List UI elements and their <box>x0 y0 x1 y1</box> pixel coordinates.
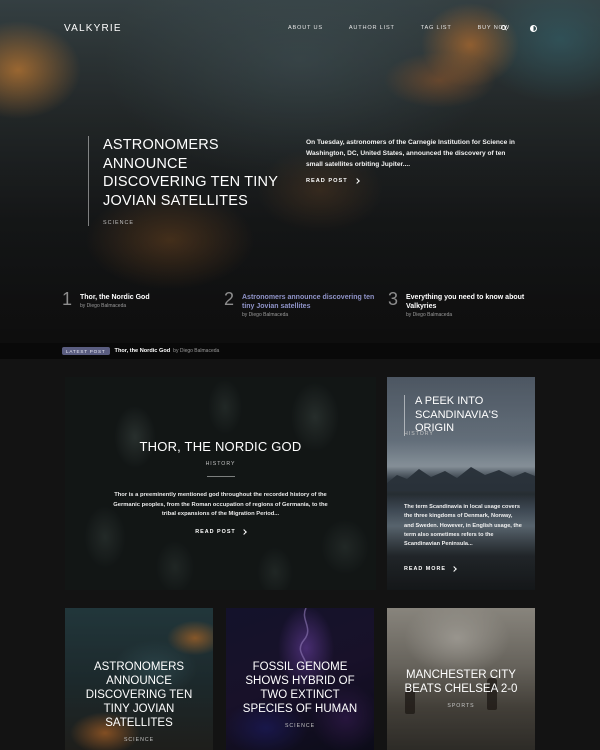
hero-excerpt: On Tuesday, astronomers of the Carnegie … <box>306 139 515 168</box>
hero-category[interactable]: SCIENCE <box>103 220 294 226</box>
card-title[interactable]: MANCHESTER CITY BEATS CHELSEA 2-0 <box>387 668 535 696</box>
card-content: FOSSIL GENOME SHOWS HYBRID OF TWO EXTINC… <box>226 660 374 729</box>
hero-featured-post[interactable]: ASTRONOMERS ANNOUNCE DISCOVERING TEN TIN… <box>88 136 294 226</box>
site-logo[interactable]: VALKYRIE <box>64 23 122 34</box>
latest-post-byline: by Diego Balmaceda <box>173 348 220 354</box>
card-excerpt: Thor is a preeminently mentioned god thr… <box>113 492 328 517</box>
post-card-fossil[interactable]: FOSSIL GENOME SHOWS HYBRID OF TWO EXTINC… <box>226 608 374 750</box>
post-card-astronomers[interactable]: ASTRONOMERS ANNOUNCE DISCOVERING TEN TIN… <box>65 608 213 750</box>
read-post-label: READ POST <box>195 528 236 535</box>
hero-list-item[interactable]: 2 Astronomers announce discovering ten t… <box>224 288 384 318</box>
divider <box>206 476 235 477</box>
hero-read-post-label: READ POST <box>306 178 348 184</box>
card-title[interactable]: THOR, THE NORDIC GOD <box>65 439 376 454</box>
card-read-more-link[interactable]: READ MORE <box>404 566 457 572</box>
list-item-title[interactable]: Astronomers announce discovering ten tin… <box>242 293 384 311</box>
hero-list-item[interactable]: 1 Thor, the Nordic God by Diego Balmaced… <box>62 288 150 310</box>
card-title[interactable]: ASTRONOMERS ANNOUNCE DISCOVERING TEN TIN… <box>65 660 213 730</box>
nav-links: ABOUT US AUTHOR LIST TAG LIST BUY NOW <box>288 25 536 31</box>
chevron-right-icon <box>240 528 247 535</box>
top-nav: VALKYRIE ABOUT US AUTHOR LIST TAG LIST B… <box>64 18 540 38</box>
card-title[interactable]: A PEEK INTO SCANDINAVIA'S ORIGIN <box>415 395 524 436</box>
list-item-byline: by Diego Balmaceda <box>242 312 289 318</box>
hero-list-item[interactable]: 3 Everything you need to know about Valk… <box>388 288 552 318</box>
card-category[interactable]: SCIENCE <box>226 723 374 729</box>
list-item-title[interactable]: Everything you need to know about Valkyr… <box>406 293 552 311</box>
nav-link-about-us[interactable]: ABOUT US <box>288 25 323 31</box>
list-item-byline: by Diego Balmaceda <box>80 303 127 309</box>
hero-post-list: 1 Thor, the Nordic God by Diego Balmaced… <box>62 288 542 318</box>
card-content: MANCHESTER CITY BEATS CHELSEA 2-0 SPORTS <box>387 668 535 709</box>
read-more-label: READ MORE <box>404 566 446 572</box>
list-item-title[interactable]: Thor, the Nordic God <box>80 293 150 302</box>
hero-read-post-link[interactable]: READ POST <box>306 178 360 184</box>
nav-link-author-list[interactable]: AUTHOR LIST <box>349 25 395 31</box>
search-icon[interactable] <box>500 24 508 32</box>
card-category[interactable]: SPORTS <box>387 703 535 709</box>
hero-section: VALKYRIE ABOUT US AUTHOR LIST TAG LIST B… <box>0 0 600 343</box>
card-category[interactable]: HISTORY <box>65 461 376 467</box>
latest-post-bar: LATEST POST Thor, the Nordic God by Dieg… <box>0 343 600 359</box>
nav-link-tag-list[interactable]: TAG LIST <box>421 25 452 31</box>
card-excerpt: The term Scandinavia in local usage cove… <box>404 504 522 548</box>
author-link[interactable]: Diego Balmaceda <box>249 312 288 318</box>
hero-title[interactable]: ASTRONOMERS ANNOUNCE DISCOVERING TEN TIN… <box>103 136 294 210</box>
card-category[interactable]: SCIENCE <box>65 737 213 743</box>
list-number: 3 <box>388 289 399 309</box>
author-link[interactable]: Diego Balmaceda <box>87 303 126 309</box>
list-number: 1 <box>62 289 73 309</box>
theme-toggle-icon[interactable] <box>529 24 537 32</box>
card-heading: A PEEK INTO SCANDINAVIA'S ORIGIN <box>404 395 524 436</box>
post-card-thor[interactable]: THOR, THE NORDIC GOD HISTORY Thor is a p… <box>65 377 376 590</box>
latest-post-title[interactable]: Thor, the Nordic God <box>115 348 171 354</box>
author-link[interactable]: Diego Balmaceda <box>413 312 452 318</box>
chevron-right-icon <box>451 566 457 572</box>
card-content: THOR, THE NORDIC GOD HISTORY Thor is a p… <box>65 439 376 538</box>
post-card-manchester[interactable]: MANCHESTER CITY BEATS CHELSEA 2-0 SPORTS <box>387 608 535 750</box>
card-read-post-link[interactable]: READ POST <box>195 528 247 535</box>
list-number: 2 <box>224 289 235 309</box>
card-content: ASTRONOMERS ANNOUNCE DISCOVERING TEN TIN… <box>65 660 213 743</box>
chevron-right-icon <box>353 178 360 184</box>
list-item-byline: by Diego Balmaceda <box>406 312 453 318</box>
post-card-scandinavia[interactable]: A PEEK INTO SCANDINAVIA'S ORIGIN HISTORY… <box>387 377 535 590</box>
card-title[interactable]: FOSSIL GENOME SHOWS HYBRID OF TWO EXTINC… <box>226 660 374 716</box>
card-category[interactable]: HISTORY <box>404 431 434 437</box>
latest-post-badge: LATEST POST <box>62 347 110 355</box>
